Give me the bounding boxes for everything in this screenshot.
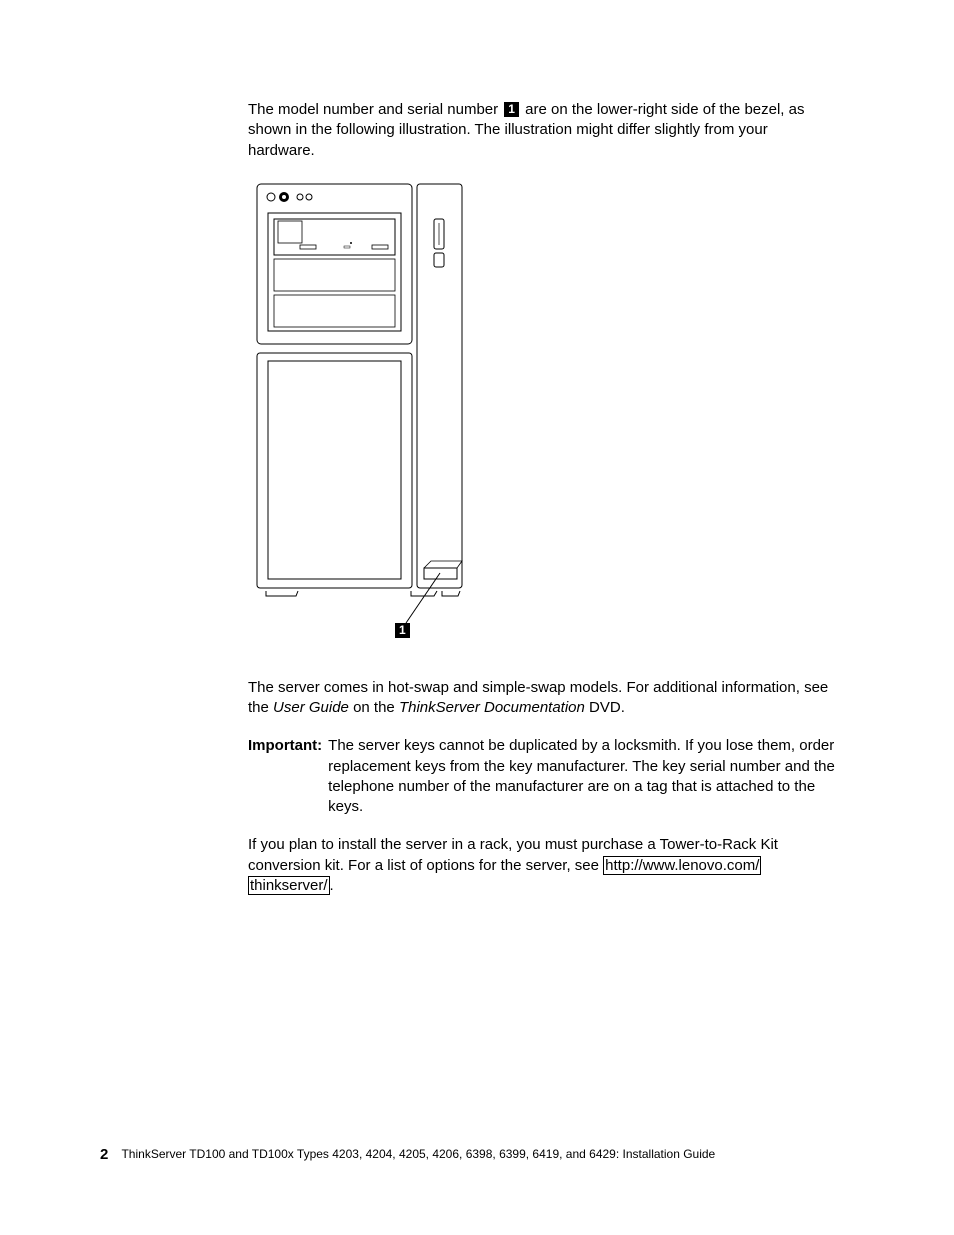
important-text: The server keys cannot be duplicated by …	[328, 736, 838, 817]
paragraph-model-serial: The model number and serial number 1 are…	[248, 100, 838, 161]
footer-title: ThinkServer TD100 and TD100x Types 4203,…	[121, 1147, 715, 1161]
para2-italic-2: ThinkServer Documentation	[399, 699, 585, 716]
para1-text-a: The model number and serial number	[248, 101, 502, 118]
important-note: Important: The server keys cannot be dup…	[248, 736, 838, 817]
server-front-illustration: 1	[256, 183, 466, 648]
callout-number-figure: 1	[395, 623, 410, 638]
paragraph-rack-kit: If you plan to install the server in a r…	[248, 835, 838, 896]
lenovo-link-part1[interactable]: http://www.lenovo.com/	[603, 856, 761, 875]
page-number: 2	[100, 1145, 108, 1165]
page-footer: 2 ThinkServer TD100 and TD100x Types 420…	[100, 1145, 715, 1165]
lenovo-link-part2[interactable]: thinkserver/	[248, 876, 330, 895]
callout-number-inline: 1	[504, 102, 519, 117]
important-label: Important:	[248, 736, 328, 817]
para2-text-b: on the	[349, 699, 399, 716]
para3-text-b: .	[330, 877, 334, 894]
para2-italic-1: User Guide	[273, 699, 349, 716]
para2-text-c: DVD.	[585, 699, 625, 716]
paragraph-models: The server comes in hot-swap and simple-…	[248, 678, 838, 719]
